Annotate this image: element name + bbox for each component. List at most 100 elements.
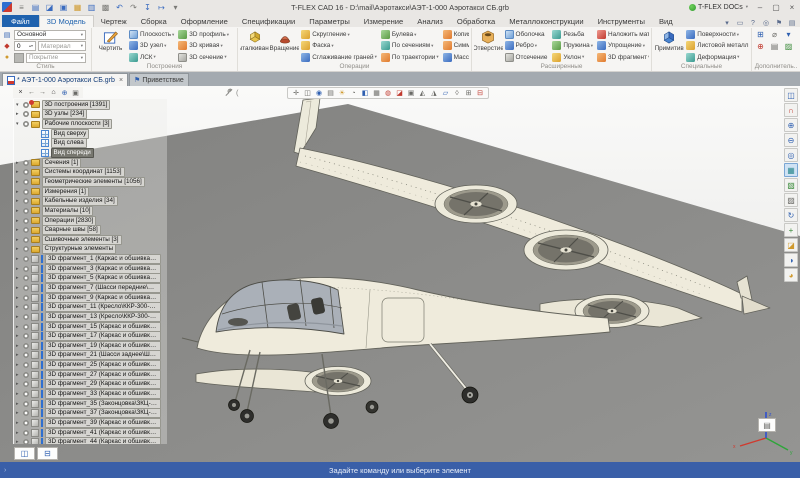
visibility-eye-icon[interactable] <box>23 227 29 233</box>
bom-icon[interactable]: ⊞ <box>757 30 764 39</box>
tree-item-fragment-35[interactable]: ▸ 3D фрагмент_35 (Законцовка\ЗКЦ-3-0... <box>14 399 167 409</box>
visibility-eye-icon[interactable] <box>23 343 29 349</box>
tree-expander[interactable]: ▸ <box>16 410 23 416</box>
world-icon[interactable]: ⊕ <box>60 89 69 97</box>
select-mode-icon[interactable]: ✛ <box>291 89 301 97</box>
undo-icon[interactable]: ↶ <box>113 2 126 13</box>
flag-icon[interactable]: ⚑ <box>774 19 784 27</box>
close-panel-icon[interactable]: × <box>16 89 25 96</box>
wrench-icon[interactable] <box>224 88 233 97</box>
tree-item-fragment-1[interactable]: ▸ 3D фрагмент_1 (Каркас и обшивка\АЭ... <box>14 254 167 264</box>
tree-expander[interactable]: ▸ <box>16 314 23 320</box>
tree-item-workplanes[interactable]: ▾ Рабочие плоскости [3] <box>14 119 167 129</box>
tree-item-fragment-9[interactable]: ▸ 3D фрагмент_9 (Каркас и обшивка\АЭ... <box>14 293 167 303</box>
zoom-in-icon[interactable]: ⊕ <box>784 118 798 132</box>
tree-item-fragment-25[interactable]: ▸ 3D фрагмент_25 (Каркас и обшивка\А... <box>14 360 167 370</box>
bounds-icon[interactable]: ▣ <box>406 89 416 97</box>
plane-view-icon[interactable]: ▱ <box>441 89 451 97</box>
symmetry-button[interactable]: Симметрия <box>442 40 469 51</box>
thread-button[interactable]: Резьба <box>551 29 596 40</box>
light-icon[interactable]: ☀ <box>337 89 347 97</box>
rotate-view-icon[interactable]: ↻ <box>784 208 798 222</box>
tree-expander[interactable]: ▸ <box>16 237 23 243</box>
grid-icon[interactable]: ▦ <box>372 89 382 97</box>
tree-expander[interactable]: ▸ <box>16 275 23 281</box>
tree-item-fragment-19[interactable]: ▸ 3D фрагмент_19 (Каркас и обшивка\А... <box>14 341 167 351</box>
feedback-icon[interactable]: ▤ <box>787 19 797 27</box>
measure-icon[interactable]: ↦ <box>155 2 168 13</box>
tree-expander[interactable]: ▸ <box>16 227 23 233</box>
visibility-eye-icon[interactable] <box>23 285 29 291</box>
3d-fragment-button[interactable]: 3D фрагмент▾ <box>596 52 649 63</box>
rotor-1[interactable] <box>435 185 517 223</box>
chamfer-button[interactable]: Фаска▾ <box>300 40 380 51</box>
tree-expander[interactable]: ▸ <box>16 372 23 378</box>
visibility-eye-icon[interactable] <box>23 333 29 339</box>
tree-item-fragment-21[interactable]: ▸ 3D фрагмент_21 (Шасси заднее\ШЗ-6-... <box>14 351 167 361</box>
edit-document-icon[interactable]: ◪ <box>43 2 56 13</box>
frame-icon[interactable]: ▣ <box>71 89 80 97</box>
sheet-metal-button[interactable]: Листовой металл▾ <box>685 40 749 51</box>
tree-expander[interactable]: ▸ <box>16 218 23 224</box>
scene-icon[interactable]: ◧ <box>360 89 370 97</box>
copy-button[interactable]: Копия <box>442 29 469 40</box>
visibility-eye-icon[interactable] <box>23 218 29 224</box>
surfaces-button[interactable]: Поверхности▾ <box>685 29 749 40</box>
fastener-icon[interactable]: ▾ <box>786 30 790 39</box>
level-spinner[interactable]: 0▴▾ <box>14 41 36 51</box>
forward-icon[interactable]: → <box>38 89 47 96</box>
tree-expander[interactable]: ▸ <box>16 266 23 272</box>
materials-icon[interactable]: ◍ <box>383 89 393 97</box>
sweep-button[interactable]: По траектории▾ <box>380 52 442 63</box>
open-folder-icon[interactable]: ▦ <box>71 2 84 13</box>
3d-profile-button[interactable]: 3D профиль▾ <box>177 29 232 40</box>
screen-icon[interactable]: ▭ <box>735 19 745 27</box>
pipe-icon[interactable]: ▤ <box>771 42 779 51</box>
diamond-icon[interactable]: ◊ <box>452 90 462 97</box>
shell-button[interactable]: Оболочка <box>504 29 552 40</box>
visibility-eye-icon[interactable] <box>23 189 29 195</box>
tree-item-fragment-15[interactable]: ▸ 3D фрагмент_15 (Каркас и обшивка\А... <box>14 322 167 332</box>
draw-button[interactable]: Чертить <box>94 29 127 63</box>
tree-item-3d-nodes[interactable]: ▸ 3D узлы [234] <box>14 110 167 120</box>
close-button[interactable]: × <box>785 2 799 13</box>
visibility-eye-icon[interactable] <box>23 391 29 397</box>
display-mode-icon[interactable]: ◑ <box>784 253 798 267</box>
visibility-eye-icon[interactable] <box>23 256 29 262</box>
pan-view-icon[interactable]: + <box>784 223 798 237</box>
tree-item-view-left[interactable]: Вид слева <box>14 139 167 149</box>
tree-expander[interactable]: ▸ <box>16 111 23 117</box>
tree-expander[interactable]: ▸ <box>16 430 23 436</box>
tree-item-fragment-13[interactable]: ▸ 3D фрагмент_13 (Кресло\ККР-300-00 К... <box>14 312 167 322</box>
clipping-icon[interactable]: ◪ <box>784 238 798 252</box>
tree-expander[interactable]: ▸ <box>16 324 23 330</box>
tree-expander[interactable]: ▸ <box>16 362 23 368</box>
export-icon[interactable]: ↧ <box>141 2 154 13</box>
tree-expander[interactable]: ▸ <box>16 256 23 262</box>
tree-item-fragment-27[interactable]: ▸ 3D фрагмент_27 (Каркас и обшивка\А... <box>14 370 167 380</box>
tree-expander[interactable]: ▸ <box>16 295 23 301</box>
visibility-eye-icon[interactable] <box>23 314 29 320</box>
shaded-icon[interactable]: ◉ <box>314 89 324 97</box>
3d-section-button[interactable]: 3D сечение▾ <box>177 52 232 63</box>
visibility-eye-icon[interactable] <box>23 439 29 444</box>
visibility-eye-icon[interactable] <box>23 324 29 330</box>
tree-expander[interactable]: ▸ <box>16 401 23 407</box>
tree-item-fragment-29[interactable]: ▸ 3D фрагмент_29 (Каркас и обшивка\А... <box>14 380 167 390</box>
new-document-icon[interactable]: ▤ <box>29 2 42 13</box>
hole-button[interactable]: Отверстие <box>474 29 503 63</box>
tree-expander[interactable]: ▸ <box>16 439 23 444</box>
panel-collapse-handle[interactable]: ( <box>236 88 239 97</box>
apply-material-button[interactable]: Наложить материал <box>596 29 649 40</box>
menu-icon[interactable]: ≡ <box>15 2 28 13</box>
visibility-eye-icon[interactable] <box>23 410 29 416</box>
tree-item-fragment-5[interactable]: ▸ 3D фрагмент_5 (Каркас и обшивка\АЭ... <box>14 274 167 284</box>
tree-expander[interactable]: ▸ <box>16 179 23 185</box>
tree-expander[interactable]: ▸ <box>16 189 23 195</box>
workplane-button[interactable]: Плоскость▾ <box>128 29 177 40</box>
minimize-button[interactable]: – <box>753 2 767 13</box>
tree-item-materials[interactable]: ▸ Материалы [10] <box>14 206 167 216</box>
tree-item-sections[interactable]: ▸ Сечения [1] <box>14 158 167 168</box>
simplify-button[interactable]: Упрощение▾ <box>596 40 649 51</box>
revolve-button[interactable]: Вращение <box>270 29 299 63</box>
